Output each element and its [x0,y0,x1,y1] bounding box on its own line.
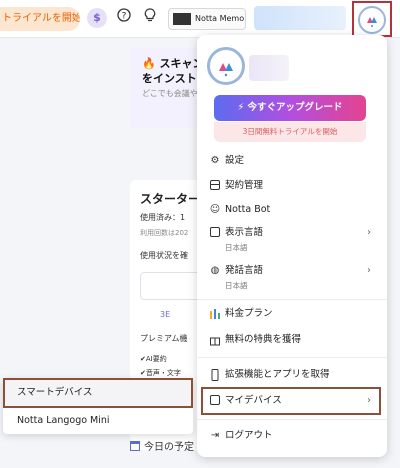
menu-item-free-rewards[interactable]: 無料の特典を獲得 [197,329,387,351]
trial-note-link[interactable]: 3日間無料トライアルを開始 [214,122,366,142]
menu-item-label: 無料の特典を獲得 [225,334,302,345]
chevron-right-icon: › [367,265,371,276]
top-bar: トライアルを開始 $ ? Notta Memo [0,0,400,38]
notta-memo-chip[interactable]: Notta Memo [168,8,246,30]
menu-item-label: 発話言語 [225,265,264,276]
menu-item-pricing[interactable]: 料金プラン [197,303,387,325]
menu-item-display-language[interactable]: 表示言語 日本語 › [197,222,387,256]
gift-icon [209,334,221,346]
calendar-icon [130,441,140,451]
menu-divider [197,357,387,358]
menu-item-label: 料金プラン [225,308,273,319]
chevron-right-icon: › [367,227,371,238]
my-devices-highlight [201,387,381,415]
my-devices-submenu: スマートデバイス Notta Langogo Mini [3,378,193,434]
logout-icon: ⇥ [210,430,220,441]
menu-avatar [207,47,245,85]
globe-icon: ◍ [210,265,220,276]
notta-memo-label: Notta Memo [195,14,245,23]
feature-ai-summary: ✔AI要約 [140,355,167,363]
menu-item-label: 表示言語 [225,227,264,238]
submenu-item-smart-devices[interactable]: スマートデバイス [3,380,193,406]
avatar [358,6,386,34]
menu-item-label: 契約管理 [225,180,264,191]
menu-item-label: 拡張機能とアプリを取得 [225,369,330,380]
today-schedule-label: 今日の予定 [144,442,194,453]
mobile-icon [209,369,221,381]
usage-text: 使用済み：1 [140,213,186,222]
usage-limit-note: 利用回数は202 [140,229,189,237]
lightbulb-icon[interactable] [140,8,160,28]
svg-text:?: ? [122,11,127,21]
pricing-icon [209,308,221,320]
menu-item-logout[interactable]: ⇥ ログアウト [197,425,387,447]
plan-title: スターター [140,192,201,206]
premium-features-heading: プレミアム機 [140,334,188,343]
avatar-button[interactable] [352,1,392,37]
user-name [249,55,289,81]
promo-title-line1: 🔥 スキャン [142,57,204,70]
menu-divider [197,299,387,300]
bot-icon: ☺ [209,204,221,215]
menu-item-sublabel: 日本語 [225,281,248,290]
menu-divider [197,419,387,420]
device-thumbnail-icon [173,13,191,25]
usage-link[interactable]: 3E [160,310,170,319]
coin-icon[interactable]: $ [87,8,107,28]
menu-item-label: 設定 [225,155,245,166]
gear-icon: ⚙ [210,155,220,166]
today-schedule-heading: 今日の予定 [130,438,194,453]
menu-item-notta-bot[interactable]: ☺ Notta Bot [197,199,387,221]
menu-item-settings[interactable]: ⚙ 設定 [197,150,387,172]
account-chip[interactable] [254,6,346,30]
start-trial-button[interactable]: トライアルを開始 [0,7,80,31]
promo-subtitle: どこでも会議や [142,89,198,98]
menu-item-speech-language[interactable]: ◍ 発話言語 日本語 › [197,260,387,294]
account-menu: ⚡ 今すぐアップグレード 3日間無料トライアルを開始 ⚙ 設定 契約管理 ☺ N… [197,35,387,457]
submenu-item-langogo-mini[interactable]: Notta Langogo Mini [3,408,193,434]
menu-item-label: Notta Bot [225,204,271,215]
question-circle-icon[interactable]: ? [114,8,134,28]
menu-item-label: ログアウト [225,430,273,441]
usage-check-link[interactable]: 使用状況を確 [140,250,188,261]
menu-item-contract[interactable]: 契約管理 [197,175,387,197]
billing-icon [209,180,221,192]
display-language-icon [209,227,221,239]
menu-item-extensions[interactable]: 拡張機能とアプリを取得 [197,364,387,386]
feature-voice: ✔音声・文字 [140,369,181,377]
upgrade-now-button[interactable]: ⚡ 今すぐアップグレード [214,95,366,121]
menu-item-sublabel: 日本語 [225,243,248,252]
